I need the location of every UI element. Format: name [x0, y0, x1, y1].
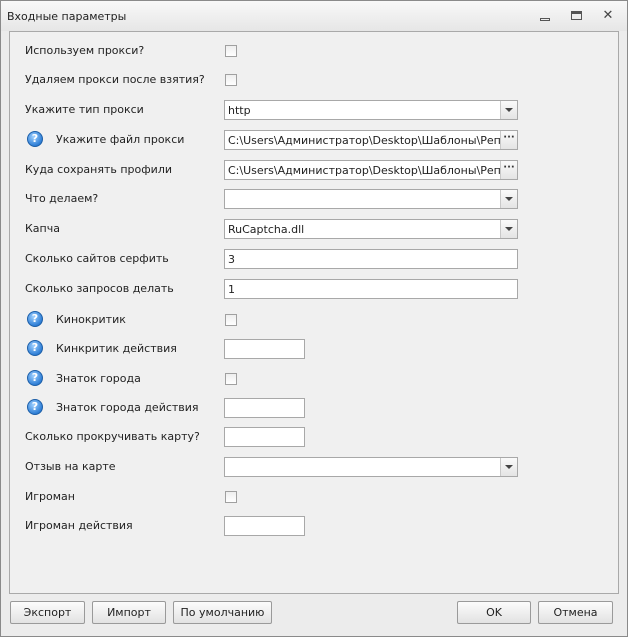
- help-icon[interactable]: ?: [27, 370, 43, 386]
- row-captcha: Капча RuCaptcha.dll: [10, 218, 618, 240]
- label-city-expert: Знаток города: [56, 372, 141, 385]
- row-profiles-path: Куда сохранять профили C:\Users\Админист…: [10, 159, 618, 181]
- row-map-scroll: Сколько прокручивать карту?: [10, 426, 618, 448]
- row-use-proxy: Используем прокси?: [10, 40, 618, 62]
- chevron-down-icon[interactable]: [500, 101, 517, 119]
- chevron-down-icon[interactable]: [500, 458, 517, 476]
- sites-count-input[interactable]: 3: [224, 249, 518, 269]
- row-film-critic-actions: ? Кинкритик действия: [10, 338, 618, 360]
- checkbox-city-expert[interactable]: [225, 373, 237, 385]
- label-delete-proxy: Удаляем прокси после взятия?: [25, 73, 205, 86]
- label-use-proxy: Используем прокси?: [25, 44, 145, 57]
- label-what-doing: Что делаем?: [25, 192, 99, 205]
- row-city-expert: ? Знаток города: [10, 368, 618, 390]
- export-button[interactable]: Экспорт: [10, 601, 85, 624]
- proxy-type-select[interactable]: http: [224, 100, 518, 120]
- checkbox-delete-proxy[interactable]: [225, 74, 237, 86]
- row-city-expert-actions: ? Знаток города действия: [10, 397, 618, 419]
- row-proxy-file: ? Укажите файл прокси C:\Users\Администр…: [10, 129, 618, 151]
- title-bar[interactable]: Входные параметры ✕: [1, 1, 627, 31]
- queries-count-input[interactable]: 1: [224, 279, 518, 299]
- label-proxy-file: Укажите файл прокси: [56, 133, 185, 146]
- help-icon[interactable]: ?: [27, 131, 43, 147]
- row-film-critic: ? Кинокритик: [10, 309, 618, 331]
- captcha-value: RuCaptcha.dll: [228, 223, 305, 236]
- label-film-critic: Кинокритик: [56, 313, 126, 326]
- label-profiles-path: Куда сохранять профили: [25, 163, 173, 176]
- profiles-path-value: C:\Users\Администратор\Desktop\Шаблоны\Р…: [228, 164, 518, 177]
- proxy-file-value: C:\Users\Администратор\Desktop\Шаблоны\Р…: [228, 134, 518, 147]
- cancel-button[interactable]: Отмена: [538, 601, 613, 624]
- row-delete-proxy: Удаляем прокси после взятия?: [10, 69, 618, 91]
- label-film-critic-actions: Кинкритик действия: [56, 342, 177, 355]
- row-sites-count: Сколько сайтов серфить 3: [10, 248, 618, 270]
- minimize-icon[interactable]: [538, 10, 552, 22]
- label-gamer: Игроман: [25, 490, 75, 503]
- label-map-review: Отзыв на карте: [25, 460, 116, 473]
- row-proxy-type: Укажите тип прокси http: [10, 99, 618, 121]
- city-expert-actions-input[interactable]: [224, 398, 305, 418]
- help-icon[interactable]: ?: [27, 399, 43, 415]
- label-city-expert-actions: Знаток города действия: [56, 401, 199, 414]
- label-proxy-type: Укажите тип прокси: [25, 103, 144, 116]
- label-gamer-actions: Игроман действия: [25, 519, 133, 532]
- what-doing-select[interactable]: [224, 189, 518, 209]
- import-button[interactable]: Импорт: [92, 601, 166, 624]
- help-icon[interactable]: ?: [27, 340, 43, 356]
- ok-button[interactable]: OK: [457, 601, 531, 624]
- help-icon[interactable]: ?: [27, 311, 43, 327]
- label-captcha: Капча: [25, 222, 60, 235]
- browse-icon[interactable]: ···: [500, 131, 517, 149]
- chevron-down-icon[interactable]: [500, 190, 517, 208]
- defaults-button[interactable]: По умолчанию: [173, 601, 272, 624]
- proxy-type-value: http: [228, 104, 251, 117]
- label-map-scroll: Сколько прокручивать карту?: [25, 430, 200, 443]
- row-map-review: Отзыв на карте: [10, 456, 618, 478]
- queries-count-value: 1: [228, 283, 235, 296]
- map-review-select[interactable]: [224, 457, 518, 477]
- film-critic-actions-input[interactable]: [224, 339, 305, 359]
- row-what-doing: Что делаем?: [10, 188, 618, 210]
- checkbox-gamer[interactable]: [225, 491, 237, 503]
- captcha-select[interactable]: RuCaptcha.dll: [224, 219, 518, 239]
- label-queries-count: Сколько запросов делать: [25, 282, 174, 295]
- label-sites-count: Сколько сайтов серфить: [25, 252, 169, 265]
- row-gamer-actions: Игроман действия: [10, 515, 618, 537]
- close-icon[interactable]: ✕: [601, 9, 615, 22]
- map-scroll-input[interactable]: [224, 427, 305, 447]
- row-queries-count: Сколько запросов делать 1: [10, 278, 618, 300]
- gamer-actions-input[interactable]: [224, 516, 305, 536]
- checkbox-film-critic[interactable]: [225, 314, 237, 326]
- maximize-icon[interactable]: [570, 10, 584, 22]
- window-title: Входные параметры: [7, 10, 127, 23]
- chevron-down-icon[interactable]: [500, 220, 517, 238]
- checkbox-use-proxy[interactable]: [225, 45, 237, 57]
- input-parameters-window: Входные параметры ✕ Используем прокси? У…: [0, 0, 628, 637]
- proxy-file-input[interactable]: C:\Users\Администратор\Desktop\Шаблоны\Р…: [224, 130, 518, 150]
- sites-count-value: 3: [228, 253, 235, 266]
- profiles-path-input[interactable]: C:\Users\Администратор\Desktop\Шаблоны\Р…: [224, 160, 518, 180]
- row-gamer: Игроман: [10, 486, 618, 508]
- browse-icon[interactable]: ···: [500, 161, 517, 179]
- parameters-panel: Используем прокси? Удаляем прокси после …: [9, 31, 619, 594]
